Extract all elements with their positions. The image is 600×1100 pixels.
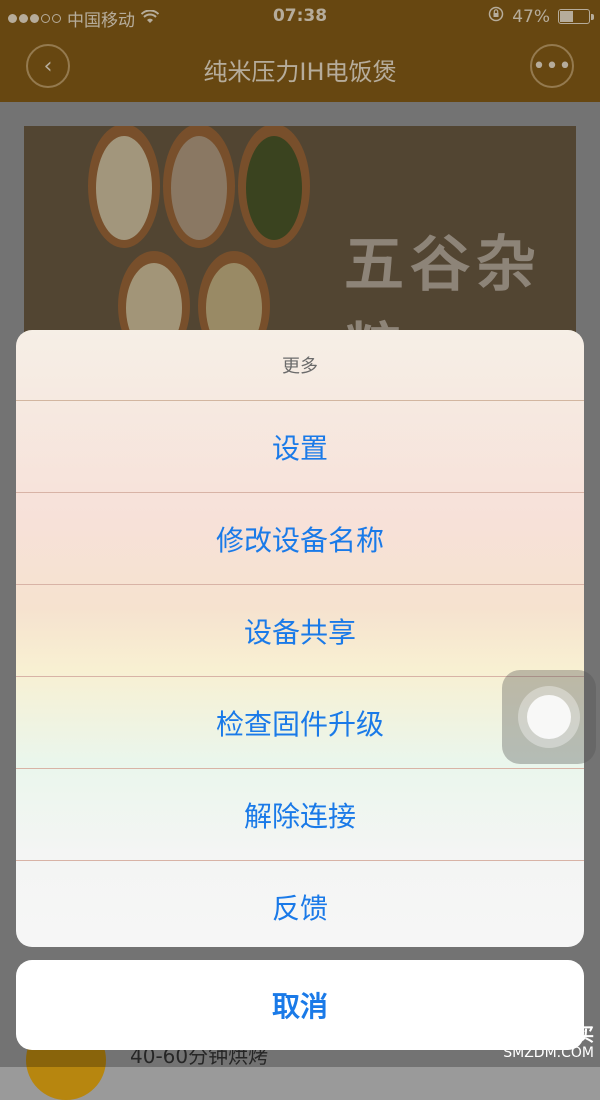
watermark: 什么值得买 SMZDM.COM (503, 1026, 594, 1061)
action-sheet-title: 更多 (16, 330, 584, 401)
action-check-firmware[interactable]: 检查固件升级 (16, 677, 584, 769)
action-share-device[interactable]: 设备共享 (16, 585, 584, 677)
watermark-site: SMZDM.COM (503, 1044, 594, 1061)
action-feedback[interactable]: 反馈 (16, 861, 584, 947)
assistive-touch-icon (518, 686, 580, 748)
cancel-button[interactable]: 取消 (16, 960, 584, 1050)
action-rename-device[interactable]: 修改设备名称 (16, 493, 584, 585)
action-disconnect[interactable]: 解除连接 (16, 769, 584, 861)
action-sheet: 更多 设置 修改设备名称 设备共享 检查固件升级 解除连接 反馈 (16, 330, 584, 947)
action-settings[interactable]: 设置 (16, 401, 584, 493)
assistive-touch-button[interactable] (502, 670, 596, 764)
watermark-logo: 什么值得买 (504, 1024, 594, 1046)
